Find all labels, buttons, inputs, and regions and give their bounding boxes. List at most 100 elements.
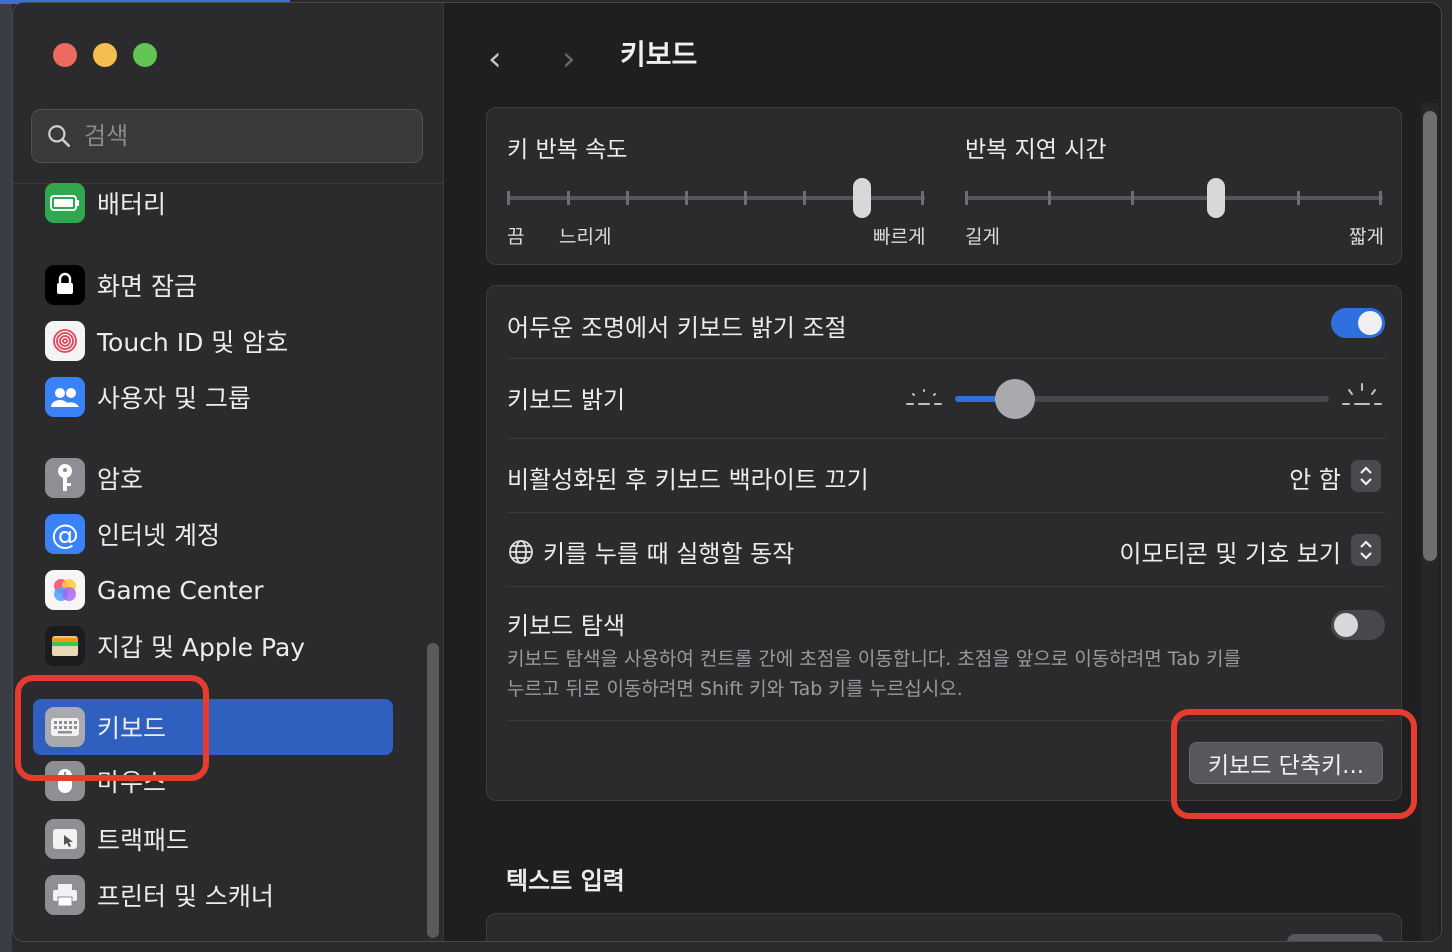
key-repeat-card: 키 반복 속도 끔 느리게 빠르게 반복 지연 시간 길게 짧게 bbox=[486, 107, 1402, 265]
main-scrollbar[interactable] bbox=[1423, 111, 1437, 561]
sidebar-item-trackpad[interactable]: 트랙패드 bbox=[33, 811, 393, 867]
repeat-delay-knob[interactable] bbox=[1206, 178, 1225, 218]
brightness-low-icon bbox=[906, 389, 942, 405]
desktop-edge bbox=[0, 0, 12, 952]
keyboard-nav-label: 키보드 탐색 bbox=[507, 612, 626, 640]
brightness-label: 키보드 밝기 bbox=[507, 386, 626, 414]
backlight-off-label: 비활성화된 후 키보드 백라이트 끄기 bbox=[507, 466, 869, 494]
slider-tick bbox=[1131, 191, 1134, 205]
sidebar-item-label: 트랙패드 bbox=[97, 826, 190, 855]
slider-tick bbox=[685, 191, 688, 205]
globe-key-row: 키를 누를 때 실행할 동작 이모티콘 및 기호 보기 bbox=[507, 512, 1385, 587]
globe-key-stepper[interactable] bbox=[1351, 534, 1381, 566]
auto-brightness-toggle[interactable] bbox=[1331, 308, 1385, 338]
brightness-high-icon bbox=[1342, 383, 1382, 405]
key-repeat-title: 키 반복 속도 bbox=[507, 137, 628, 163]
lock-icon bbox=[45, 265, 85, 305]
repeat-delay-slider[interactable] bbox=[965, 178, 1383, 218]
repeat-delay-long-label: 길게 bbox=[965, 226, 1000, 248]
keyboard-nav-toggle[interactable] bbox=[1331, 610, 1385, 640]
zoom-button[interactable] bbox=[133, 43, 157, 67]
sidebar-item-label: Game Center bbox=[97, 575, 264, 605]
sidebar-item-label: 인터넷 계정 bbox=[97, 521, 220, 550]
search-icon bbox=[48, 125, 71, 148]
sidebar-item-label: 배터리 bbox=[97, 190, 167, 219]
back-chevron-icon[interactable]: ‹ bbox=[488, 39, 502, 79]
key-repeat-slider[interactable] bbox=[507, 178, 925, 218]
brightness-row: 키보드 밝기 bbox=[507, 358, 1385, 439]
repeat-delay-title: 반복 지연 시간 bbox=[965, 137, 1107, 163]
minimize-button[interactable] bbox=[93, 43, 117, 67]
auto-brightness-row: 어두운 조명에서 키보드 밝기 조절 bbox=[507, 286, 1385, 359]
search-input[interactable] bbox=[82, 121, 406, 151]
sidebar-item-label: 사용자 및 그룹 bbox=[97, 384, 251, 413]
slider-tick bbox=[626, 191, 629, 205]
fingerprint-icon bbox=[45, 321, 85, 361]
key-repeat-slow-label: 느리게 bbox=[559, 226, 612, 248]
sidebar-item-printers[interactable]: 프린터 및 스캐너 bbox=[33, 867, 393, 923]
slider-tick bbox=[803, 191, 806, 205]
keyboard-nav-description-2: 누르고 뒤로 이동하려면 Shift 키와 Tab 키를 누르십시오. bbox=[507, 678, 963, 700]
trackpad-icon bbox=[45, 819, 85, 859]
sidebar-item-label: 암호 bbox=[97, 465, 144, 494]
backlight-off-stepper[interactable] bbox=[1351, 460, 1381, 492]
backlight-off-row: 비활성화된 후 키보드 백라이트 끄기 안 함 bbox=[507, 438, 1385, 513]
sidebar: 배터리 화면 잠금 Touch ID 및 암호 사용 bbox=[13, 3, 444, 941]
slider-tick bbox=[1048, 191, 1051, 205]
window-controls bbox=[53, 43, 157, 67]
text-input-section-title: 텍스트 입력 bbox=[506, 867, 625, 895]
globe-key-label: 키를 누를 때 실행할 동작 bbox=[543, 540, 795, 568]
at-icon: @ bbox=[45, 514, 85, 554]
sidebar-scrollbar[interactable] bbox=[427, 643, 439, 938]
backlight-off-value[interactable]: 안 함 bbox=[1289, 460, 1341, 495]
repeat-delay-short-label: 짧게 bbox=[1349, 226, 1384, 248]
sidebar-item-label: 지갑 및 Apple Pay bbox=[97, 633, 306, 662]
key-repeat-knob[interactable] bbox=[853, 178, 872, 218]
page-title: 키보드 bbox=[620, 38, 698, 71]
slider-tick bbox=[1297, 191, 1300, 205]
brightness-slider[interactable] bbox=[955, 379, 1329, 419]
keyboard-nav-description-1: 키보드 탐색을 사용하여 컨트롤 간에 초점을 이동합니다. 초점을 앞으로 이… bbox=[507, 648, 1241, 670]
sidebar-list: 배터리 화면 잠금 Touch ID 및 암호 사용자 및 그룹 암호 @ 인터… bbox=[13, 183, 443, 941]
sidebar-item-label: 프린터 및 스캐너 bbox=[97, 882, 274, 911]
sidebar-item-wallet[interactable]: 지갑 및 Apple Pay bbox=[33, 618, 393, 674]
sidebar-item-lock-screen[interactable]: 화면 잠금 bbox=[33, 257, 393, 313]
highlight-annotation-keyboard bbox=[15, 675, 209, 781]
close-button[interactable] bbox=[53, 43, 77, 67]
slider-tick bbox=[921, 191, 924, 205]
sidebar-item-passwords[interactable]: 암호 bbox=[33, 450, 393, 506]
printer-icon bbox=[45, 875, 85, 915]
auto-brightness-label: 어두운 조명에서 키보드 밝기 조절 bbox=[507, 314, 847, 342]
sidebar-item-label: 화면 잠금 bbox=[97, 272, 197, 301]
up-down-chevron-icon bbox=[1360, 466, 1372, 486]
sidebar-item-touch-id[interactable]: Touch ID 및 암호 bbox=[33, 313, 393, 369]
main-pane: ‹ › 키보드 키 반복 속도 끔 느리게 빠르게 반복 지연 시간 길게 짧게… bbox=[444, 3, 1441, 941]
users-icon bbox=[45, 377, 85, 417]
slider-tick bbox=[744, 191, 747, 205]
forward-chevron-icon[interactable]: › bbox=[562, 39, 576, 79]
battery-icon bbox=[45, 183, 85, 223]
game-center-icon bbox=[45, 570, 85, 610]
settings-window: 배터리 화면 잠금 Touch ID 및 암호 사용 bbox=[12, 2, 1442, 942]
sidebar-item-internet-accounts[interactable]: @ 인터넷 계정 bbox=[33, 506, 393, 562]
brightness-knob[interactable] bbox=[994, 379, 1035, 419]
globe-icon bbox=[509, 540, 533, 564]
slider-tick bbox=[1379, 191, 1382, 205]
highlight-annotation-shortcuts bbox=[1171, 709, 1417, 819]
globe-key-value[interactable]: 이모티콘 및 기호 보기 bbox=[1119, 534, 1341, 569]
text-input-edit-button[interactable] bbox=[1287, 934, 1383, 941]
slider-tick bbox=[507, 191, 510, 205]
sidebar-item-users[interactable]: 사용자 및 그룹 bbox=[33, 369, 393, 425]
keyboard-nav-row: 키보드 탐색 키보드 탐색을 사용하여 컨트롤 간에 초점을 이동합니다. 초점… bbox=[507, 586, 1385, 721]
sidebar-item-label: Touch ID 및 암호 bbox=[97, 328, 289, 357]
slider-tick bbox=[965, 191, 968, 205]
sidebar-item-game-center[interactable]: Game Center bbox=[33, 562, 393, 618]
key-repeat-fast-label: 빠르게 bbox=[873, 226, 926, 248]
search-box[interactable] bbox=[31, 109, 423, 163]
key-repeat-off-label: 끔 bbox=[507, 226, 525, 248]
sidebar-item-battery[interactable]: 배터리 bbox=[33, 183, 393, 231]
slider-tick bbox=[567, 191, 570, 205]
key-icon bbox=[45, 458, 85, 498]
wallet-icon bbox=[45, 626, 85, 666]
up-down-chevron-icon bbox=[1360, 540, 1372, 560]
